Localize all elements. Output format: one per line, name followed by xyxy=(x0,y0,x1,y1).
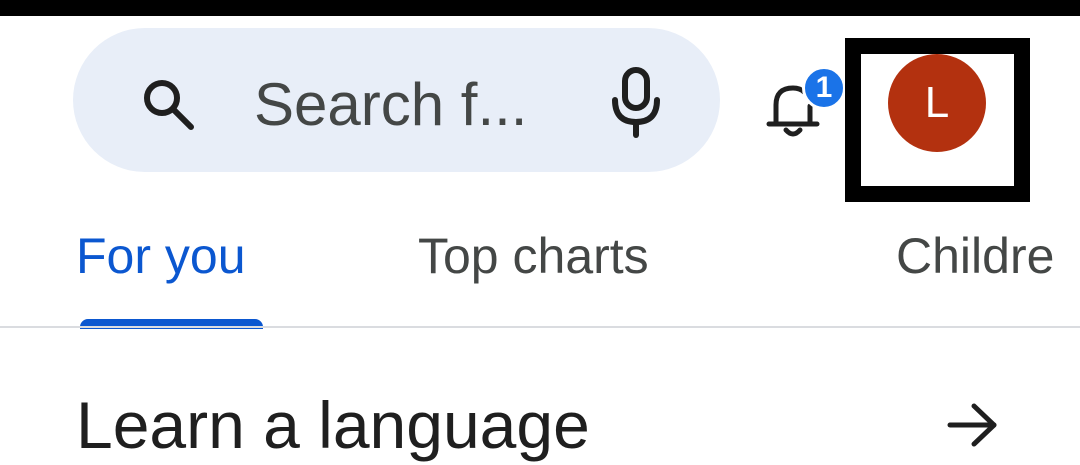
account-avatar[interactable]: L xyxy=(888,54,986,152)
notification-count-badge: 1 xyxy=(802,66,846,110)
status-bar-strip xyxy=(0,0,1080,16)
tabs-divider xyxy=(0,326,1080,328)
tab-top-charts[interactable]: Top charts xyxy=(418,226,649,286)
tab-for-you[interactable]: For you xyxy=(76,226,246,286)
mic-icon[interactable] xyxy=(610,66,662,138)
search-icon[interactable] xyxy=(138,74,198,134)
search-input[interactable]: Search f... xyxy=(254,70,527,140)
notifications-button[interactable]: 1 xyxy=(764,64,846,140)
arrow-right-icon[interactable] xyxy=(946,398,1000,452)
section-title: Learn a language xyxy=(76,388,590,462)
tab-children[interactable]: Childre xyxy=(896,226,1054,286)
